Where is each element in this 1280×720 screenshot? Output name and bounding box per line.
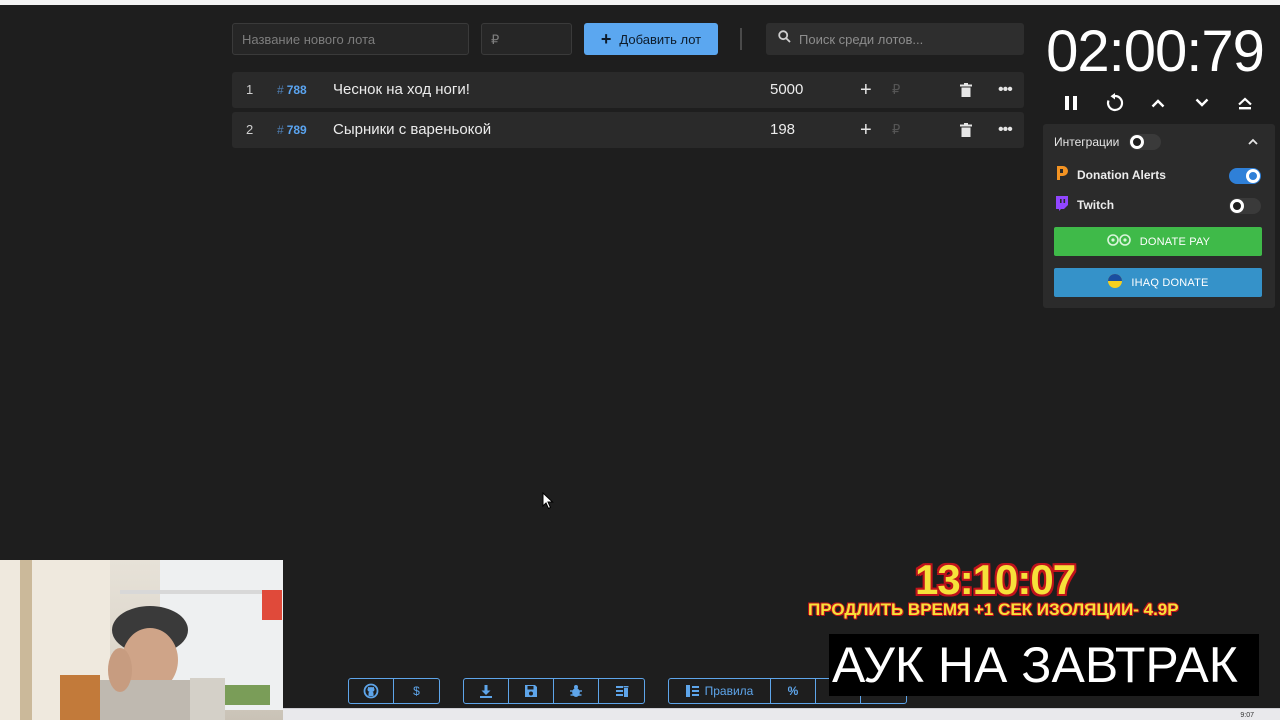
lot-row: 1 #788 Чеснок на ход ноги! 5000 + ₽ ••• — [232, 72, 1024, 108]
file-button-group — [463, 678, 645, 704]
browser-top-strip — [0, 0, 1280, 5]
lot-add-amount-button[interactable]: + — [860, 72, 874, 108]
ihaq-icon — [1107, 273, 1123, 292]
save-icon[interactable] — [509, 679, 554, 703]
lot-index: 2 — [246, 122, 254, 137]
double-chevron-up-icon[interactable] — [1233, 91, 1257, 115]
plus-icon: + — [600, 29, 612, 49]
bug-icon[interactable] — [554, 679, 599, 703]
twitch-toggle[interactable] — [1229, 198, 1261, 214]
taskbar-clock: 9:07 — [1240, 712, 1254, 719]
donation-alerts-icon — [1055, 165, 1069, 186]
lot-add-amount-button[interactable]: + — [860, 112, 874, 148]
rules-button[interactable]: Правила — [669, 679, 771, 703]
rules-list-icon — [685, 685, 699, 697]
github-icon[interactable] — [349, 679, 394, 703]
chevron-up-icon[interactable] — [1245, 134, 1261, 150]
toolbar-divider — [740, 28, 742, 50]
lot-id[interactable]: #789 — [277, 112, 307, 148]
service-name: Donation Alerts — [1077, 168, 1166, 182]
lot-search[interactable] — [766, 23, 1024, 55]
percent-button[interactable]: % — [771, 679, 816, 703]
service-twitch: Twitch — [1055, 195, 1114, 215]
search-input[interactable] — [799, 31, 1019, 47]
new-lot-name-input[interactable] — [232, 23, 469, 55]
service-name: Twitch — [1077, 198, 1115, 212]
trash-icon[interactable] — [960, 72, 976, 108]
more-icon[interactable]: ••• — [998, 72, 1014, 108]
lot-currency: ₽ — [892, 122, 901, 137]
more-icon[interactable]: ••• — [998, 112, 1014, 148]
donatepay-label: DONATE PAY — [1139, 235, 1211, 248]
ihaq-label: IHAQ DONATE — [1131, 276, 1209, 289]
stream-extend-text: ПРОДЛИТЬ ВРЕМЯ +1 СЕК ИЗОЛЯЦИИ- 4.9Р — [808, 600, 1179, 619]
lot-amount[interactable]: 198 — [770, 112, 795, 148]
pause-icon[interactable] — [1059, 91, 1083, 115]
donatepay-button[interactable]: DONATE PAY — [1054, 227, 1262, 256]
webcam-overlay — [0, 560, 283, 720]
auction-timer: 02:00:79 — [1046, 19, 1265, 84]
integrations-panel: Интеграции Donation Alerts Twitch DONATE… — [1043, 124, 1275, 308]
search-icon — [778, 30, 791, 48]
chevron-down-icon[interactable] — [1190, 91, 1214, 115]
ihaq-donate-button[interactable]: IHAQ DONATE — [1054, 268, 1262, 297]
links-button-group: $ — [348, 678, 440, 704]
rules-label: Правила — [704, 684, 754, 698]
hash-icon: # — [277, 83, 284, 97]
lot-name[interactable]: Чеснок на ход ноги! — [333, 72, 470, 108]
trash-icon[interactable] — [960, 112, 976, 148]
webcam-image — [0, 560, 283, 720]
download-icon[interactable] — [464, 679, 509, 703]
lot-row: 2 #789 Сырники с вареньокой 198 + ₽ ••• — [232, 112, 1024, 148]
lot-name[interactable]: Сырники с вареньокой — [333, 112, 491, 148]
integrations-toggle[interactable] — [1129, 134, 1161, 150]
lot-index: 1 — [246, 82, 254, 97]
chevron-up-icon[interactable] — [1146, 91, 1170, 115]
lot-currency: ₽ — [892, 82, 901, 97]
twitch-icon — [1055, 195, 1069, 216]
integrations-title: Интеграции — [1054, 135, 1120, 149]
new-lot-amount-input[interactable] — [481, 23, 572, 55]
add-lot-button[interactable]: + Добавить лот — [584, 23, 718, 55]
stream-title-overlay: АУК НА ЗАВТРАК — [829, 634, 1259, 696]
os-taskbar — [283, 708, 1280, 720]
donation-alerts-toggle[interactable] — [1229, 168, 1261, 184]
hash-icon: # — [277, 123, 284, 137]
stream-clock-overlay: 13:10:07 — [915, 556, 1076, 603]
reset-icon[interactable] — [1103, 91, 1127, 115]
clear-list-icon[interactable] — [599, 679, 644, 703]
lot-amount[interactable]: 5000 — [770, 72, 803, 108]
donate-dollar-button[interactable]: $ — [394, 679, 439, 703]
service-donation-alerts: Donation Alerts — [1055, 165, 1166, 185]
lot-id-value: 788 — [286, 83, 307, 97]
add-lot-label: Добавить лот — [619, 31, 702, 47]
donatepay-icon — [1106, 234, 1132, 249]
lot-id-value: 789 — [286, 123, 307, 137]
lot-id[interactable]: #788 — [277, 72, 307, 108]
mouse-cursor-icon — [542, 492, 554, 510]
